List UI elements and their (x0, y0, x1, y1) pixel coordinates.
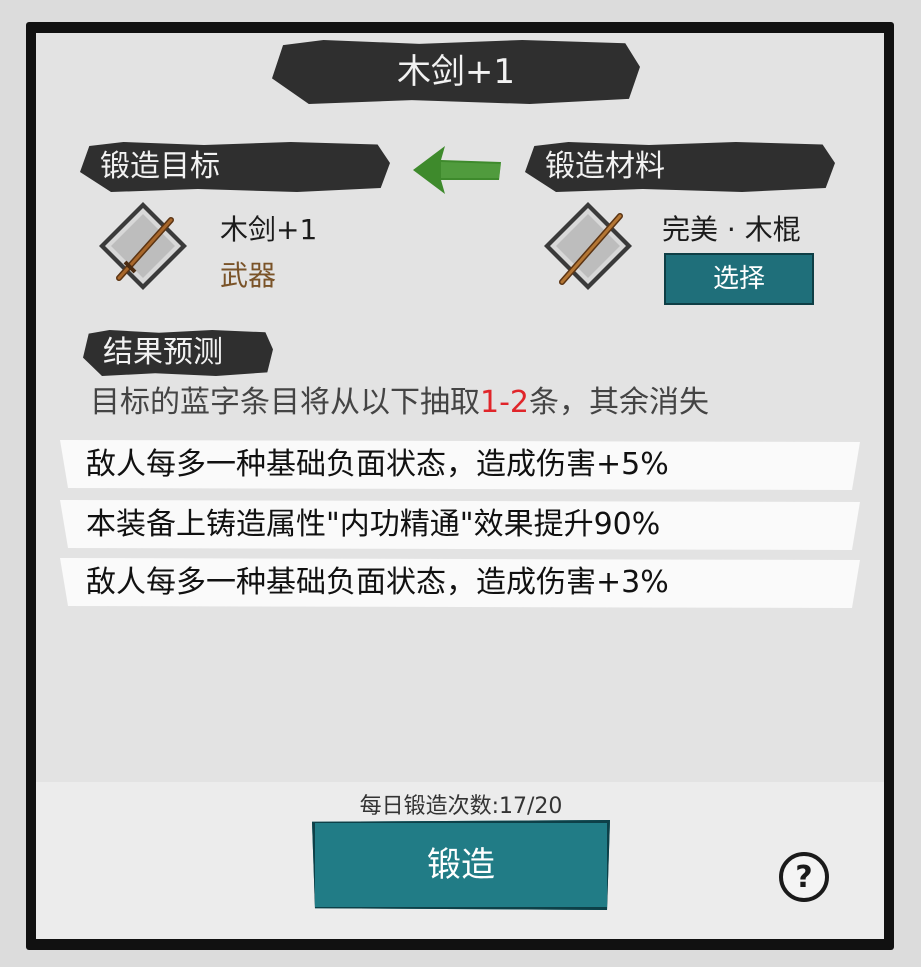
prediction-range: 1-2 (480, 385, 529, 420)
prediction-prefix: 目标的蓝字条目将从以下抽取 (90, 385, 480, 420)
target-item-type: 武器 (220, 259, 277, 292)
question-mark-icon[interactable]: ? (777, 850, 831, 904)
effect-entry: 敌人每多一种基础负面状态，造成伤害+3% (60, 558, 860, 608)
material-section-label: 锻造材料 (545, 149, 665, 184)
target-section-label: 锻造目标 (100, 149, 220, 184)
forge-button[interactable]: 锻造 (312, 820, 610, 910)
daily-forge-counter: 每日锻造次数:17/20 (359, 794, 563, 819)
title-banner: 木剑+1 (272, 40, 640, 104)
target-section-header: 锻造目标 (80, 142, 390, 192)
prediction-suffix: 条，其余消失 (529, 385, 709, 420)
svg-text:?: ? (795, 860, 812, 895)
material-item-name: 完美 · 木棍 (662, 213, 801, 246)
select-material-button[interactable]: 选择 (664, 253, 814, 305)
result-section-label: 结果预测 (103, 335, 223, 370)
effect-entry: 敌人每多一种基础负面状态，造成伤害+5% (60, 440, 860, 490)
wooden-stick-icon[interactable] (540, 198, 636, 294)
target-item-name: 木剑+1 (220, 213, 318, 246)
prediction-description: 目标的蓝字条目将从以下抽取1-2条，其余消失 (90, 377, 709, 421)
arrow-left-icon (413, 146, 501, 194)
effect-entry: 本装备上铸造属性"内功精通"效果提升90% (60, 500, 860, 550)
result-section-header: 结果预测 (83, 330, 273, 376)
page-title: 木剑+1 (396, 52, 516, 92)
material-section-header: 锻造材料 (525, 142, 835, 192)
wooden-sword-icon[interactable] (95, 198, 191, 294)
